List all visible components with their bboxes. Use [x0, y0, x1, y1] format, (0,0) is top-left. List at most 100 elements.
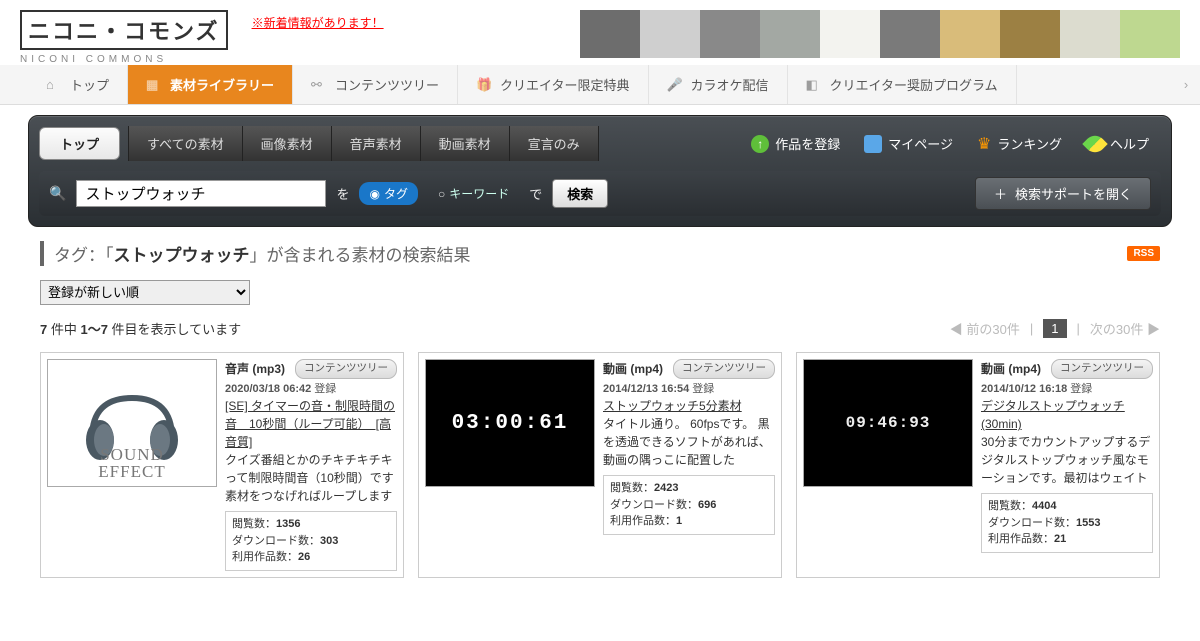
nav-item-0[interactable]: ⌂ トップ: [28, 65, 128, 104]
sort-select[interactable]: 登録が新しい順: [40, 280, 250, 305]
register-date: 2020/03/18 06:42 登録: [225, 381, 397, 398]
thumbnail[interactable]: 09:46:93: [803, 359, 973, 487]
material-tab-0[interactable]: すべての素材: [128, 126, 243, 161]
mypage-label: マイページ: [888, 134, 953, 153]
result-description: クイズ番組とかのチキチキチキって制限時間音（10秒間）です 素材をつなげればルー…: [225, 451, 397, 505]
register-date: 2014/12/13 16:54 登録: [603, 381, 775, 398]
material-tab-2[interactable]: 音声素材: [332, 126, 421, 161]
thumbnail-text: 03:00:61: [452, 412, 569, 435]
thumbnail-text: SOUNDEFFECT: [48, 446, 216, 480]
plus-icon: ＋: [994, 184, 1007, 203]
nav-icon: ⌂: [46, 77, 62, 93]
heading-prefix: タグ：「: [54, 241, 114, 266]
content-tree-badge[interactable]: コンテンツツリー: [295, 359, 397, 379]
nav-item-1[interactable]: ▦ 素材ライブラリー: [128, 65, 293, 104]
result-title-link[interactable]: ストップウォッチ5分素材: [603, 397, 775, 415]
search-wo-label: を: [336, 184, 349, 203]
color-swatch: [580, 10, 640, 58]
nav-item-2[interactable]: ⚯ コンテンツツリー: [293, 65, 458, 104]
thumbnail[interactable]: 03:00:61: [425, 359, 595, 487]
color-swatch: [1120, 10, 1180, 58]
radio-tag[interactable]: ◉ タグ: [359, 182, 418, 205]
result-count: 7 件中 1〜7 件目を表示しています: [40, 319, 241, 338]
nav-label: クリエイター限定特典: [500, 75, 629, 94]
nav-icon: ⚯: [311, 77, 327, 93]
user-icon: [864, 135, 882, 153]
register-work-label: 作品を登録: [775, 134, 840, 153]
radio-tag-label: タグ: [384, 185, 408, 202]
nav-label: カラオケ配信: [691, 75, 769, 94]
mypage-button[interactable]: マイページ: [852, 128, 965, 159]
new-info-link[interactable]: ※新着情報があります！: [252, 14, 384, 31]
nav-label: トップ: [70, 75, 109, 94]
nav-icon: 🎁: [476, 77, 492, 93]
media-type: 音声 (mp3): [225, 360, 285, 378]
result-description: 30分までカウントアップするデジタルストップウォッチ風なモーションです。最初はウ…: [981, 433, 1153, 487]
material-tab-1[interactable]: 画像素材: [243, 126, 332, 161]
pager: ◀ 前の30件 | 1 | 次の30件 ▶: [950, 319, 1160, 338]
search-input[interactable]: [76, 180, 326, 207]
nav-item-3[interactable]: 🎁 クリエイター限定特典: [458, 65, 648, 104]
media-type: 動画 (mp4): [981, 360, 1041, 378]
color-swatch: [880, 10, 940, 58]
result-stats: 閲覧数：4404ダウンロード数：1553利用作品数：21: [981, 493, 1153, 553]
media-type: 動画 (mp4): [603, 360, 663, 378]
nav-label: 素材ライブラリー: [170, 75, 274, 94]
nav-item-5[interactable]: ◧ クリエイター奨励プログラム: [788, 65, 1017, 104]
crown-icon: ♛: [977, 134, 991, 154]
nav-more-caret[interactable]: ›: [1172, 65, 1200, 104]
nav-label: コンテンツツリー: [335, 75, 439, 94]
result-title-link[interactable]: [SE] タイマーの音・制限時間の音 10秒間（ループ可能） [高音質]: [225, 397, 397, 451]
content-tree-badge[interactable]: コンテンツツリー: [1051, 359, 1153, 379]
radio-dot-icon: ◉: [369, 187, 379, 201]
thumbnail[interactable]: SOUNDEFFECT: [47, 359, 217, 487]
search-icon: 🔍: [49, 185, 66, 202]
result-stats: 閲覧数：2423ダウンロード数：696利用作品数：1: [603, 475, 775, 535]
radio-keyword[interactable]: ○ キーワード: [428, 182, 519, 205]
leaf-icon: [1082, 131, 1107, 156]
radio-keyword-label: キーワード: [449, 185, 509, 202]
nav-icon: ▦: [146, 77, 162, 93]
nav-icon: 🎤: [667, 77, 683, 93]
ranking-button[interactable]: ♛ ランキング: [965, 128, 1074, 160]
nav-icon: ◧: [806, 77, 822, 93]
material-tab-3[interactable]: 動画素材: [421, 126, 510, 161]
color-swatch: [1000, 10, 1060, 58]
color-swatch: [1060, 10, 1120, 58]
library-toolbar: トップ すべての素材画像素材音声素材動画素材宣言のみ ↑ 作品を登録 マイページ…: [28, 115, 1172, 227]
color-swatch: [940, 10, 1000, 58]
help-button[interactable]: ヘルプ: [1074, 128, 1161, 159]
search-de-label: で: [529, 184, 542, 203]
result-card: 03:00:61 動画 (mp4) コンテンツツリー 2014/12/13 16:54…: [418, 352, 782, 578]
nav-label: クリエイター奨励プログラム: [830, 75, 998, 94]
search-support-label: 検索サポートを開く: [1015, 184, 1132, 203]
header-swatches: [580, 10, 1180, 58]
help-label: ヘルプ: [1110, 134, 1149, 153]
nav-item-4[interactable]: 🎤 カラオケ配信: [649, 65, 788, 104]
material-tab-4[interactable]: 宣言のみ: [510, 126, 599, 161]
result-stats: 閲覧数：1356ダウンロード数：303利用作品数：26: [225, 511, 397, 571]
color-swatch: [760, 10, 820, 58]
logo-text-en: NICONI COMMONS: [20, 54, 228, 65]
tab-top[interactable]: トップ: [39, 127, 120, 160]
result-description: タイトル通り。 60fpsです。 黒を透過できるソフトがあれば、動画の隅っこに配…: [603, 415, 775, 469]
logo-text-jp: ニコニ・コモンズ: [20, 10, 228, 50]
search-button[interactable]: 検索: [552, 179, 608, 208]
site-logo[interactable]: ニコニ・コモンズ NICONI COMMONS: [20, 10, 228, 65]
register-date: 2014/10/12 16:18 登録: [981, 381, 1153, 398]
pager-prev: ◀ 前の30件: [950, 319, 1020, 338]
content-tree-badge[interactable]: コンテンツツリー: [673, 359, 775, 379]
result-title-link[interactable]: デジタルストップウォッチ(30min): [981, 397, 1153, 433]
ranking-label: ランキング: [997, 134, 1062, 153]
result-card: 09:46:93 動画 (mp4) コンテンツツリー 2014/10/12 16:18…: [796, 352, 1160, 578]
thumbnail-text: 09:46:93: [846, 414, 931, 432]
result-heading: タグ：「 ストップウォッチ 」が含まれる素材の検索結果 RSS: [40, 241, 1160, 266]
pager-next: 次の30件 ▶: [1090, 319, 1160, 338]
pager-current: 1: [1043, 319, 1066, 338]
radio-dot-icon: ○: [438, 187, 445, 201]
search-support-button[interactable]: ＋ 検索サポートを開く: [975, 177, 1151, 210]
color-swatch: [700, 10, 760, 58]
heading-suffix: 」が含まれる素材の検索結果: [250, 241, 471, 266]
rss-badge[interactable]: RSS: [1127, 246, 1160, 261]
register-work-button[interactable]: ↑ 作品を登録: [739, 128, 852, 159]
